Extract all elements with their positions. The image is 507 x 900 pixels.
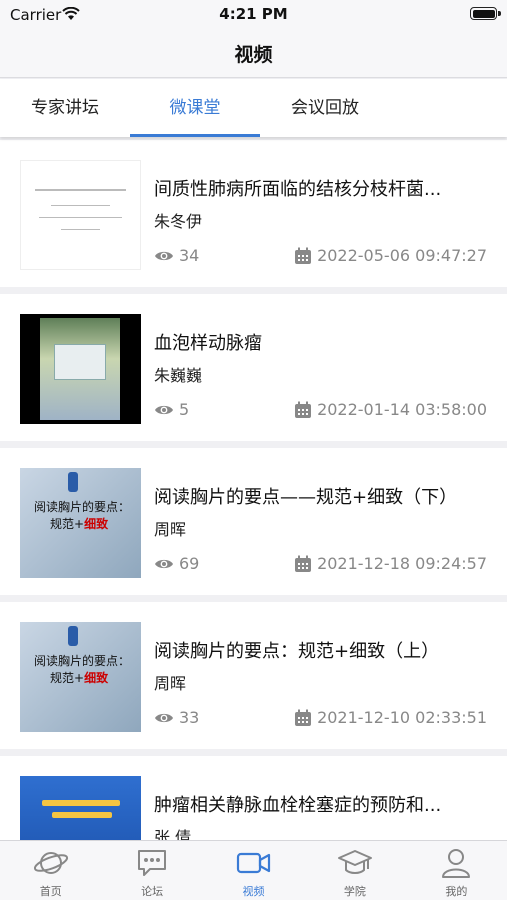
tabbar-item-home[interactable]: 首页 (0, 841, 101, 900)
video-card[interactable]: 间质性肺病所面临的结核分枝杆菌... 朱冬伊 34 2022-05-06 09:… (0, 140, 507, 287)
view-count-value: 69 (179, 554, 200, 573)
view-count: 5 (154, 400, 189, 419)
video-meta: 5 2022-01-14 03:58:00 (154, 400, 487, 422)
video-meta: 34 2022-05-06 09:47:27 (154, 246, 487, 268)
thumbnail-subtitle: 规范+细致 (50, 517, 109, 531)
video-list: 间质性肺病所面临的结核分枝杆菌... 朱冬伊 34 2022-05-06 09:… (0, 140, 507, 840)
view-count: 33 (154, 708, 199, 727)
navigation-bar: 视频 (0, 28, 507, 78)
eye-icon (155, 251, 173, 260)
publish-date-value: 2022-01-14 03:58:00 (317, 400, 487, 419)
person-icon (442, 849, 471, 878)
category-tabs: 专家讲坛 微课堂 会议回放 (0, 79, 507, 137)
video-meta: 69 2021-12-18 09:24:57 (154, 554, 487, 576)
tabbar-item-academy[interactable]: 学院 (304, 841, 405, 900)
video-thumbnail: 阅读胸片的要点： 规范+细致 (20, 622, 141, 732)
planet-icon (33, 852, 68, 874)
video-thumbnail (20, 776, 141, 840)
video-camera-icon (236, 852, 270, 874)
video-title: 间质性肺病所面临的结核分枝杆菌... (154, 179, 442, 200)
video-author: 周晖 (154, 520, 187, 539)
video-author: 朱巍巍 (154, 366, 203, 385)
calendar-icon (295, 709, 312, 726)
tabbar-label: 我的 (445, 885, 468, 898)
eye-icon (155, 713, 173, 722)
publish-date: 2021-12-10 02:33:51 (294, 708, 487, 727)
publish-date-value: 2021-12-10 02:33:51 (317, 708, 487, 727)
view-count-value: 34 (179, 246, 200, 265)
video-title: 血泡样动脉瘤 (154, 333, 262, 354)
tabbar-label: 论坛 (141, 885, 164, 898)
tab-micro-class[interactable]: 微课堂 (130, 79, 260, 137)
tabbar-label: 视频 (242, 885, 265, 898)
tabbar-item-profile[interactable]: 我的 (406, 841, 507, 900)
calendar-icon (295, 555, 312, 572)
bottom-tab-bar: 首页 论坛 视频 学院 我的 (0, 840, 507, 900)
status-bar: Carrier 4:21 PM (0, 0, 507, 28)
publish-date: 2022-05-06 09:47:27 (294, 246, 487, 265)
video-thumbnail: 阅读胸片的要点： 规范+细致 (20, 468, 141, 578)
video-thumbnail (20, 160, 141, 270)
publish-date: 2022-01-14 03:58:00 (294, 400, 487, 419)
eye-icon (155, 405, 173, 414)
clock: 4:21 PM (219, 5, 288, 23)
tabbar-item-forum[interactable]: 论坛 (101, 841, 202, 900)
view-count: 34 (154, 246, 199, 265)
tabbar-label: 学院 (343, 885, 366, 898)
calendar-icon (295, 401, 312, 418)
tabbar-item-video[interactable]: 视频 (203, 841, 304, 900)
video-author: 周晖 (154, 674, 187, 693)
view-count-value: 5 (179, 400, 190, 419)
graduation-cap-icon (337, 850, 372, 874)
view-count-value: 33 (179, 708, 200, 727)
video-card[interactable]: 肿瘤相关静脉血栓栓塞症的预防和... 张 倩 (0, 756, 507, 840)
tabbar-label: 首页 (39, 885, 62, 898)
thumbnail-title: 阅读胸片的要点： (34, 654, 131, 668)
page-title: 视频 (234, 44, 273, 66)
video-title: 阅读胸片的要点——规范+细致（下） (154, 487, 458, 508)
tab-meeting-replay[interactable]: 会议回放 (260, 79, 390, 137)
calendar-icon (295, 247, 312, 264)
battery-icon (470, 7, 501, 20)
thumbnail-subtitle: 规范+细致 (50, 671, 109, 685)
publish-date: 2021-12-18 09:24:57 (294, 554, 487, 573)
view-count: 69 (154, 554, 199, 573)
tab-expert-forum[interactable]: 专家讲坛 (0, 79, 130, 137)
video-card[interactable]: 阅读胸片的要点： 规范+细致 阅读胸片的要点——规范+细致（下） 周晖 69 2… (0, 448, 507, 595)
eye-icon (155, 559, 173, 568)
video-meta: 33 2021-12-10 02:33:51 (154, 708, 487, 730)
publish-date-value: 2022-05-06 09:47:27 (317, 246, 487, 265)
publish-date-value: 2021-12-18 09:24:57 (317, 554, 487, 573)
video-card[interactable]: 血泡样动脉瘤 朱巍巍 5 2022-01-14 03:58:00 (0, 294, 507, 441)
video-title: 肿瘤相关静脉血栓栓塞症的预防和... (154, 795, 442, 816)
video-title: 阅读胸片的要点：规范+细致（上） (154, 641, 440, 662)
video-author: 朱冬伊 (154, 212, 203, 231)
app-root: Carrier 4:21 PM 视频 专家讲坛 微课堂 会议回放 间质性肺病所面… (0, 0, 507, 900)
video-card[interactable]: 阅读胸片的要点： 规范+细致 阅读胸片的要点：规范+细致（上） 周晖 33 20… (0, 602, 507, 749)
video-author: 张 倩 (154, 828, 192, 840)
thumbnail-title: 阅读胸片的要点： (34, 500, 131, 514)
video-thumbnail (20, 314, 141, 424)
chat-bubble-icon (138, 850, 167, 876)
